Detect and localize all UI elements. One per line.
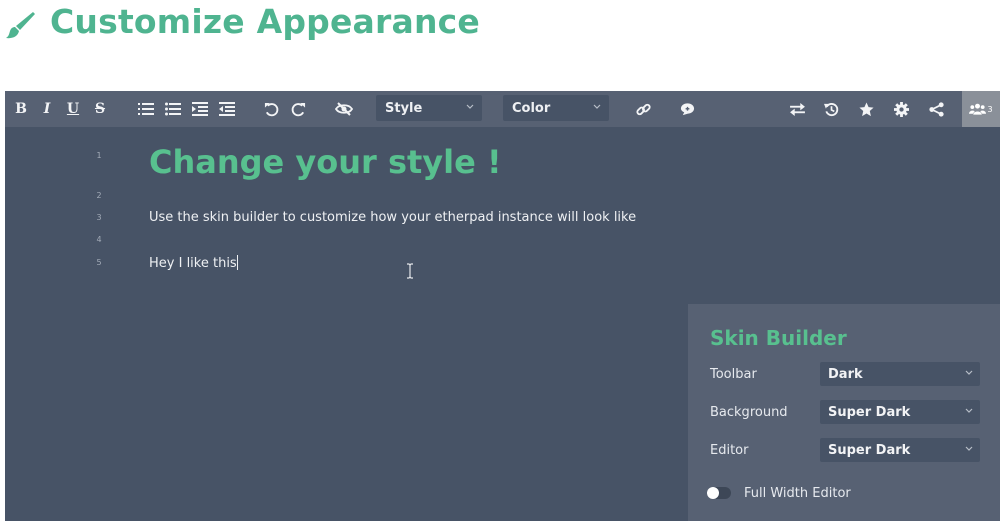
bold-button[interactable]: B — [11, 91, 31, 127]
eye-slash-icon — [335, 102, 353, 116]
indent-button[interactable] — [189, 91, 211, 127]
editor-skin-value: Super Dark — [828, 442, 911, 458]
skin-builder-panel: Skin Builder Toolbar Dark Background Sup… — [688, 304, 1000, 521]
link-icon — [635, 103, 651, 115]
background-skin-select[interactable]: Super Dark — [820, 400, 980, 424]
redo-button[interactable] — [287, 91, 309, 127]
ordered-list-button[interactable] — [135, 91, 157, 127]
full-width-toggle[interactable] — [707, 487, 731, 499]
ordered-list-icon — [138, 103, 154, 115]
indent-icon — [192, 102, 208, 116]
users-icon — [969, 103, 987, 115]
comment-button[interactable] — [676, 91, 698, 127]
redo-icon — [291, 102, 305, 116]
bold-label: B — [15, 101, 27, 117]
text-caret — [236, 255, 238, 270]
paintbrush-icon — [6, 12, 35, 39]
strikethrough-button[interactable]: S — [90, 91, 110, 127]
share-button[interactable] — [925, 91, 947, 127]
comment-icon — [680, 103, 694, 116]
gear-icon — [893, 101, 909, 117]
chevron-down-icon — [593, 104, 601, 109]
users-button[interactable]: 3 — [962, 91, 1000, 127]
skin-builder-title: Skin Builder — [710, 326, 847, 350]
import-export-icon — [789, 102, 805, 116]
chevron-down-icon — [965, 408, 973, 413]
outdent-icon — [219, 102, 235, 116]
line-number: 1 — [96, 151, 102, 160]
strikethrough-label: S — [94, 101, 106, 117]
background-skin-value: Super Dark — [828, 404, 911, 420]
chevron-down-icon — [466, 104, 474, 109]
document-paragraph: Use the skin builder to customize how yo… — [149, 210, 637, 225]
share-icon — [928, 101, 944, 117]
background-label: Background — [710, 405, 788, 420]
star-icon — [858, 101, 874, 116]
toggle-knob — [707, 487, 719, 499]
save-revision-button[interactable] — [855, 91, 877, 127]
color-select[interactable]: Color — [503, 95, 609, 121]
underline-label: U — [66, 101, 80, 117]
insert-link-button[interactable] — [632, 91, 654, 127]
timeslider-button[interactable] — [820, 91, 842, 127]
editor-toolbar: B I U S Style Color 3 — [5, 91, 1000, 127]
editor-label: Editor — [710, 443, 749, 458]
style-select[interactable]: Style — [376, 95, 482, 121]
line-number: 3 — [96, 213, 102, 222]
import-export-button[interactable] — [786, 91, 808, 127]
line-number: 2 — [96, 191, 102, 200]
line-number: 4 — [96, 235, 102, 244]
toolbar-label: Toolbar — [710, 367, 757, 382]
chevron-down-icon — [965, 370, 973, 375]
underline-button[interactable]: U — [63, 91, 83, 127]
line-number: 5 — [96, 258, 102, 267]
document-heading: Change your style ! — [149, 143, 502, 181]
italic-button[interactable]: I — [37, 91, 57, 127]
editor-skin-select[interactable]: Super Dark — [820, 438, 980, 462]
undo-button[interactable] — [260, 91, 282, 127]
toolbar-skin-select[interactable]: Dark — [820, 362, 980, 386]
document-line-5-text: Hey I like this — [149, 256, 237, 271]
clear-authorship-button[interactable] — [332, 91, 356, 127]
unordered-list-icon — [165, 102, 181, 116]
etherpad-editor: B I U S Style Color 3 1 2 3 4 5 Change y… — [5, 91, 1000, 521]
full-width-label: Full Width Editor — [744, 486, 851, 501]
undo-icon — [264, 102, 278, 116]
outdent-button[interactable] — [216, 91, 238, 127]
color-select-value: Color — [512, 100, 551, 116]
settings-button[interactable] — [890, 91, 912, 127]
italic-label: I — [43, 101, 51, 117]
history-icon — [823, 102, 838, 116]
chevron-down-icon — [965, 446, 973, 451]
page-title: Customize Appearance — [50, 2, 480, 41]
page-header: Customize Appearance — [0, 0, 1000, 60]
style-select-value: Style — [385, 100, 423, 116]
document-line-5: Hey I like this — [149, 255, 238, 271]
ibeam-cursor-icon — [407, 263, 413, 279]
users-count: 3 — [987, 104, 993, 114]
unordered-list-button[interactable] — [162, 91, 184, 127]
toolbar-skin-value: Dark — [828, 366, 863, 382]
